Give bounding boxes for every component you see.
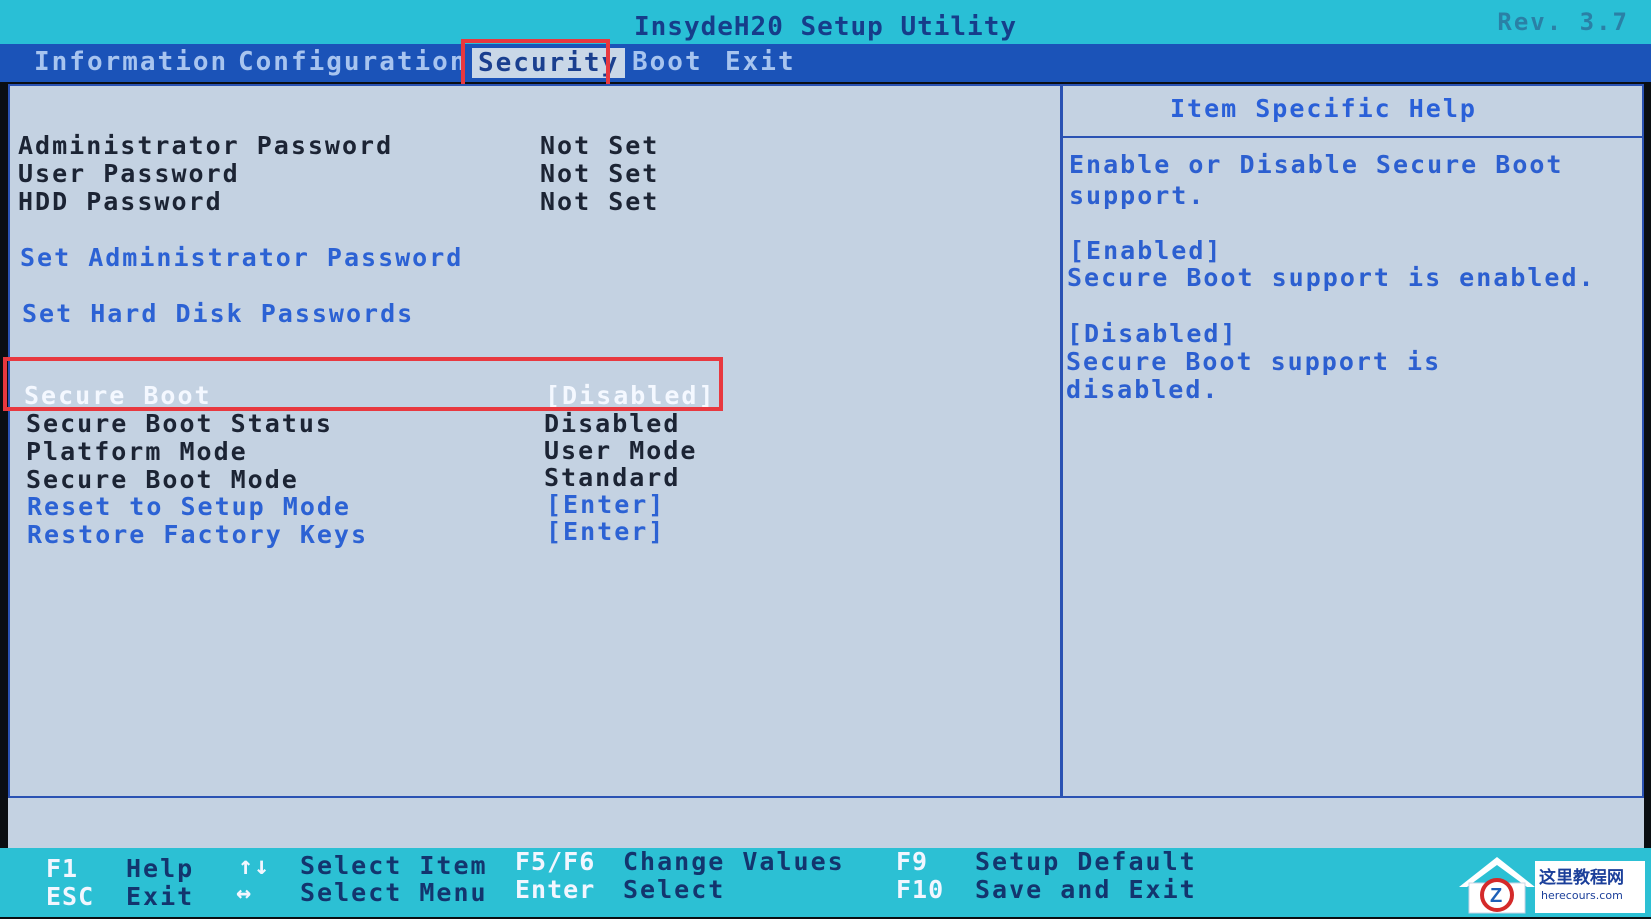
menu-boot[interactable]: Boot [632,47,703,77]
platform-mode-value: User Mode [544,436,698,465]
save-and-exit-desc: Save and Exit [975,875,1197,904]
help-title: Item Specific Help [1170,94,1477,123]
utility-title: InsydeH20 Setup Utility [633,12,1018,42]
site-name: 这里教程网 [1539,868,1624,888]
reset-to-setup-mode-value[interactable]: [Enter] [546,490,665,519]
secure-boot-highlight-box [3,357,723,411]
up-down-arrows-icon: ↑↓ [238,851,271,880]
menu-configuration[interactable]: Configuration [238,47,468,77]
secure-boot-status-value: Disabled [544,409,681,438]
help-line: [Enabled] [1069,236,1223,265]
left-right-arrows-icon: ↔ [236,878,253,907]
change-values-desc: Change Values [623,847,845,876]
restore-factory-keys-value[interactable]: [Enter] [546,517,665,546]
help-header-divider [1063,136,1644,138]
enter-key: Enter [515,875,596,904]
menu-exit[interactable]: Exit [725,47,796,77]
key-legend-bar: F1 Help ESC Exit ↑↓ Select Item ↔ Select… [0,847,1651,917]
site-watermark-logo: Z 这里教程网 herecours.com [1455,853,1647,915]
restore-factory-keys-item[interactable]: Restore Factory Keys [27,520,368,549]
f5-f6-key: F5/F6 [515,847,596,876]
f9-key: F9 [896,847,929,876]
setup-default-desc: Setup Default [975,847,1197,876]
panel-divider [1060,84,1063,798]
help-line: disabled. [1066,375,1220,404]
help-line: [Disabled] [1067,319,1238,348]
user-password-value: Not Set [540,159,660,188]
set-admin-password-item[interactable]: Set Administrator Password [20,243,463,272]
secure-boot-status-label: Secure Boot Status [26,409,333,438]
platform-mode-label: Platform Mode [26,437,248,466]
reset-to-setup-mode-item[interactable]: Reset to Setup Mode [27,492,351,521]
select-menu-desc: Select Menu [300,878,488,907]
title-bar: InsydeH20 Setup Utility Rev. 3.7 [0,0,1651,44]
site-url: herecours.com [1541,889,1623,902]
f1-key: F1 [46,854,79,883]
select-item-desc: Select Item [300,851,488,880]
f1-desc: Help [126,854,195,883]
help-line: support. [1069,181,1206,210]
menu-bar: Information Configuration Security Boot … [0,44,1651,82]
select-desc: Select [623,875,726,904]
secure-boot-mode-value: Standard [544,463,681,492]
esc-desc: Exit [126,882,195,911]
secure-boot-mode-label: Secure Boot Mode [26,465,299,494]
help-line: Enable or Disable Secure Boot [1069,150,1564,179]
set-hard-disk-passwords-item[interactable]: Set Hard Disk Passwords [22,299,414,328]
esc-key: ESC [46,882,95,911]
help-line: Secure Boot support is enabled. [1067,263,1596,292]
hdd-password-label: HDD Password [18,187,223,216]
menu-information[interactable]: Information [34,47,228,77]
svg-text:Z: Z [1490,885,1502,907]
help-line: Secure Boot support is [1066,347,1442,376]
security-tab-highlight-box [461,39,610,88]
f10-key: F10 [896,875,945,904]
admin-password-label: Administrator Password [18,131,394,160]
panel-frame [8,84,1644,798]
hdd-password-value: Not Set [540,187,660,216]
revision-label: Rev. 3.7 [1497,8,1629,36]
admin-password-value: Not Set [540,131,660,160]
user-password-label: User Password [18,159,240,188]
